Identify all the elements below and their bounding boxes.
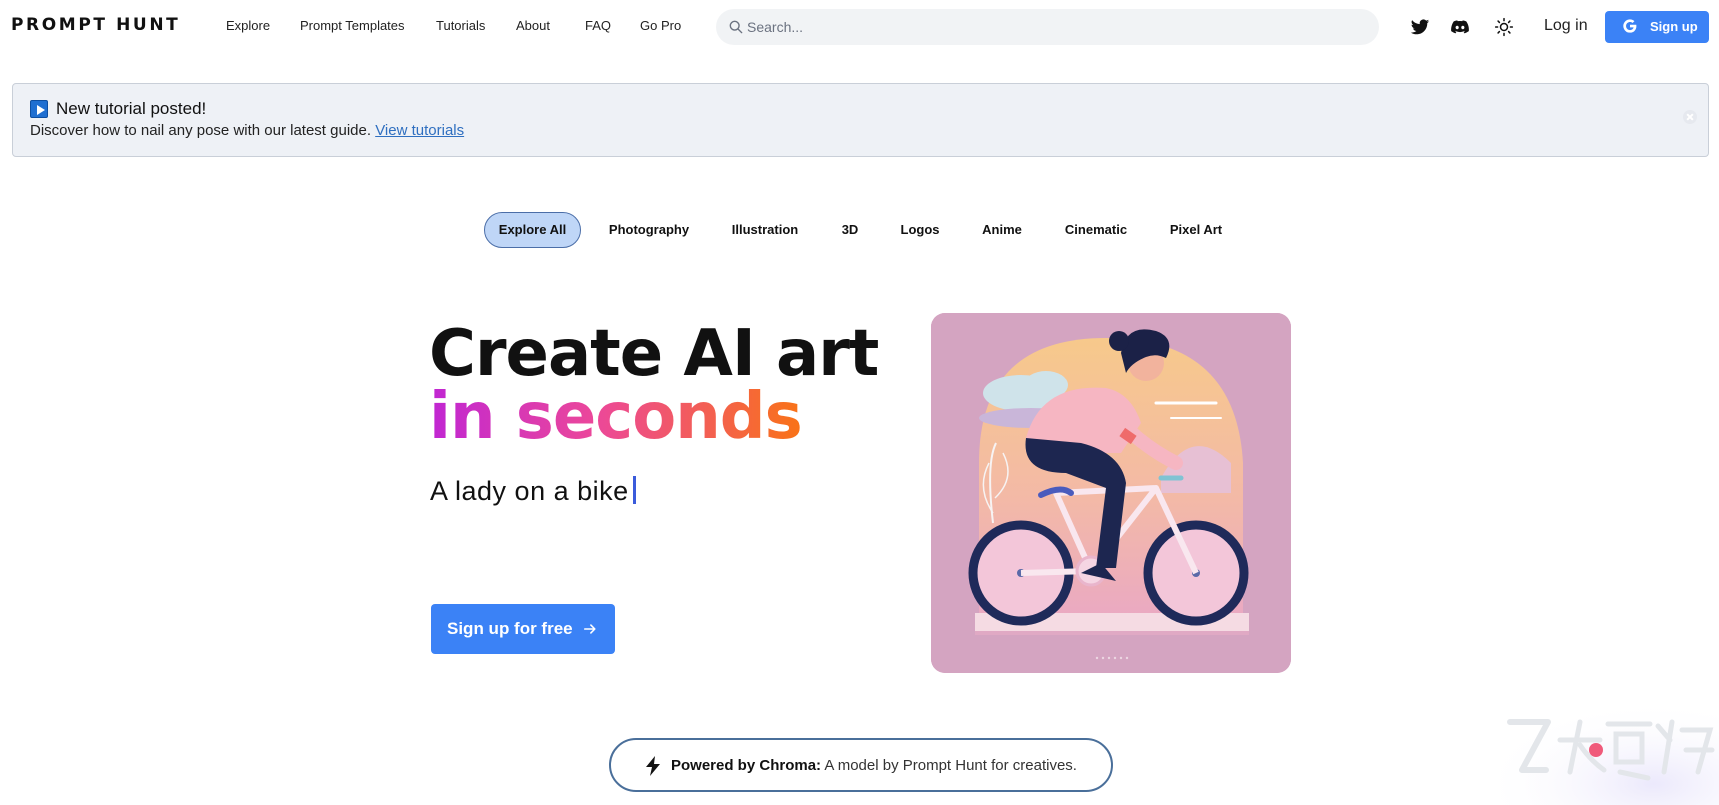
- powered-by-chroma-pill[interactable]: Powered by Chroma: A model by Prompt Hun…: [609, 738, 1113, 792]
- announcement-banner: New tutorial posted! Discover how to nai…: [12, 83, 1709, 157]
- signup-free-button[interactable]: Sign up for free: [431, 604, 615, 654]
- lightning-icon: [646, 756, 660, 776]
- login-link[interactable]: Log in: [1544, 17, 1588, 35]
- tab-pixel-art[interactable]: Pixel Art: [1164, 212, 1228, 248]
- tab-illustration[interactable]: Illustration: [726, 212, 804, 248]
- close-icon[interactable]: [1683, 110, 1697, 124]
- search-bar[interactable]: [716, 9, 1379, 45]
- bike-illustration: [931, 313, 1291, 673]
- tab-anime[interactable]: Anime: [978, 212, 1026, 248]
- hero-image: [931, 313, 1291, 673]
- watermark-logo: [1500, 700, 1719, 805]
- arrow-right-icon: [583, 624, 596, 634]
- search-icon: [729, 20, 743, 34]
- tab-cinematic[interactable]: Cinematic: [1060, 212, 1132, 248]
- signup-button[interactable]: Sign up: [1605, 11, 1709, 43]
- sun-icon[interactable]: [1494, 17, 1514, 37]
- signup-button-label: Sign up: [1650, 19, 1698, 34]
- discord-icon[interactable]: [1450, 17, 1470, 37]
- tab-logos[interactable]: Logos: [896, 212, 944, 248]
- text-caret: [632, 476, 636, 504]
- powered-text: Powered by Chroma: A model by Prompt Hun…: [671, 757, 1077, 774]
- signup-free-label: Sign up for free: [447, 619, 573, 638]
- nav-explore[interactable]: Explore: [226, 18, 270, 33]
- twitter-icon[interactable]: [1410, 17, 1430, 37]
- tab-explore-all[interactable]: Explore All: [484, 212, 581, 248]
- play-icon: [30, 100, 48, 118]
- powered-description: A model by Prompt Hunt for creatives.: [821, 757, 1077, 774]
- tab-3d[interactable]: 3D: [836, 212, 864, 248]
- powered-bold: Powered by Chroma:: [671, 757, 822, 774]
- hero-heading: Create AI art: [429, 317, 879, 391]
- typed-prompt: A lady on a bike: [430, 476, 636, 507]
- search-input[interactable]: [747, 9, 1367, 45]
- top-navbar: PROMPT HUNT Explore Prompt Templates Tut…: [0, 0, 1719, 54]
- tab-photography[interactable]: Photography: [602, 212, 696, 248]
- banner-text: Discover how to nail any pose with our l…: [30, 122, 464, 139]
- hero-heading-gradient: in seconds: [429, 380, 803, 454]
- nav-go-pro[interactable]: Go Pro: [640, 18, 681, 33]
- google-icon: [1623, 19, 1637, 33]
- nav-tutorials[interactable]: Tutorials: [436, 18, 485, 33]
- nav-prompt-templates[interactable]: Prompt Templates: [300, 18, 405, 33]
- nav-about[interactable]: About: [516, 18, 550, 33]
- typed-prompt-text: A lady on a bike: [430, 476, 629, 506]
- banner-description: Discover how to nail any pose with our l…: [30, 122, 372, 139]
- logo[interactable]: PROMPT HUNT: [11, 15, 180, 35]
- view-tutorials-link[interactable]: View tutorials: [375, 122, 464, 139]
- nav-faq[interactable]: FAQ: [585, 18, 611, 33]
- banner-title: New tutorial posted!: [56, 99, 207, 118]
